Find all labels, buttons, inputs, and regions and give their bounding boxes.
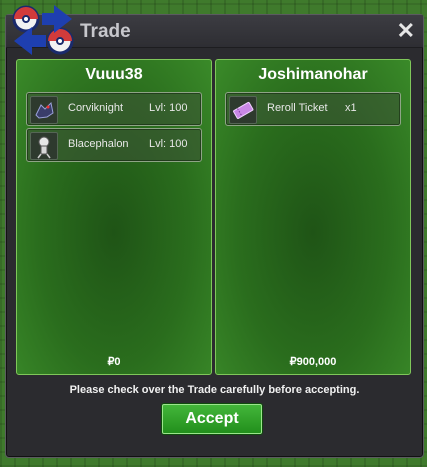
trade-item-reroll-ticket[interactable]: Reroll Ticket x1 [225,92,401,126]
item-name: Blacephalon [68,138,129,150]
right-player-name: Joshimanohar [258,66,368,83]
corviknight-sprite-icon [30,96,58,124]
window-title: Trade [80,21,131,42]
right-trade-panel: Joshimanohar Reroll Ticket x1 ₽900,000 [215,59,411,375]
trade-window: Trade ✕ Vuuu38 Corviknight Lvl: 100 Blac… [5,5,424,458]
item-level: Lvl: 100 [149,138,188,150]
ticket-icon [229,96,257,124]
left-player-name: Vuuu38 [85,66,143,83]
item-name: Corviknight [68,102,124,114]
blacephalon-sprite-icon [30,132,58,160]
trade-notice: Please check over the Trade carefully be… [69,384,360,396]
close-button[interactable]: ✕ [397,18,415,44]
left-money: ₽0 [107,356,121,368]
item-level: Lvl: 100 [149,102,188,114]
pokeball-logo-icon [12,5,74,55]
trade-item-blacephalon[interactable]: Blacephalon Lvl: 100 [26,128,202,162]
trade-item-corviknight[interactable]: Corviknight Lvl: 100 [26,92,202,126]
accept-button[interactable]: Accept [162,404,262,434]
item-name: Reroll Ticket [267,102,328,114]
right-money: ₽900,000 [289,356,337,368]
item-quantity: x1 [345,102,357,114]
left-trade-panel: Vuuu38 Corviknight Lvl: 100 Blacephalon [16,59,212,375]
